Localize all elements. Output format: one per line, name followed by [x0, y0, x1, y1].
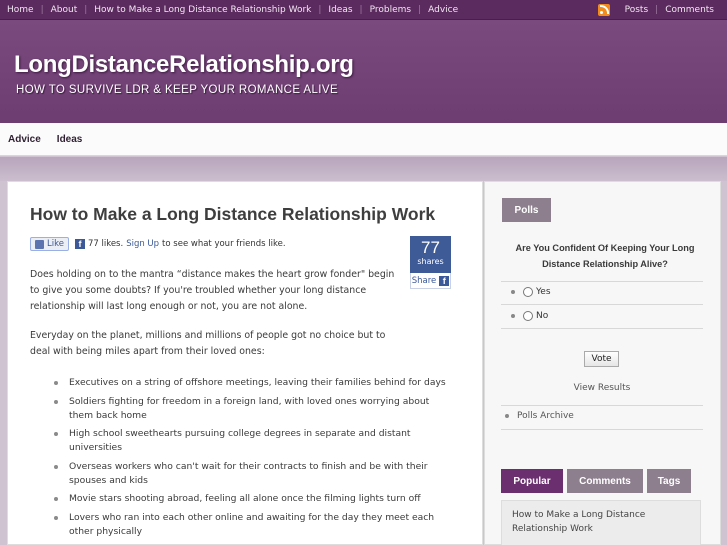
view-results-link[interactable]: View Results	[501, 383, 703, 393]
post-bullet-list: Executives on a string of offshore meeti…	[54, 376, 454, 543]
post-paragraph: Everyday on the planet, millions and mil…	[30, 330, 386, 357]
nav-home[interactable]: Home	[0, 5, 41, 15]
divider	[501, 429, 703, 430]
likes-suffix: to see what your friends like.	[162, 239, 286, 249]
radio-yes[interactable]	[523, 287, 533, 297]
bullet-icon	[511, 290, 515, 294]
polls-widget-title: Polls	[502, 198, 551, 222]
facebook-icon: f	[439, 275, 450, 286]
main-content: How to Make a Long Distance Relationship…	[7, 181, 483, 545]
decorative-stripe	[0, 157, 727, 181]
poll-option-label: Yes	[536, 287, 551, 297]
facebook-icon: f	[74, 239, 85, 249]
share-count-label: shares	[417, 257, 444, 266]
list-item: High school sweethearts pursuing college…	[54, 427, 454, 455]
category-advice[interactable]: Advice	[0, 134, 49, 145]
feed-links: Posts | Comments	[597, 0, 721, 20]
post-title[interactable]: How to Make a Long Distance Relationship…	[30, 204, 435, 225]
comments-feed-link[interactable]: Comments	[658, 5, 721, 15]
tab-tags[interactable]: Tags	[647, 469, 691, 493]
thumbs-up-icon	[35, 239, 44, 249]
vote-button[interactable]: Vote	[584, 351, 619, 367]
tab-popular[interactable]: Popular	[501, 469, 563, 493]
radio-no[interactable]	[523, 311, 533, 321]
site-header: LongDistanceRelationship.org HOW TO SURV…	[0, 20, 727, 123]
poll-option-no[interactable]: No	[511, 311, 548, 321]
list-item: Executives on a string of offshore meeti…	[54, 376, 454, 390]
sidebar: Polls Are You Confident Of Keeping Your …	[484, 181, 721, 545]
nav-problems[interactable]: Problems	[363, 5, 418, 15]
list-item: Overseas workers who can't wait for thei…	[54, 460, 454, 488]
nav-about[interactable]: About	[44, 5, 85, 15]
share-button[interactable]: Share f	[410, 273, 451, 289]
list-item: Soldiers fighting for freedom in a forei…	[54, 395, 454, 423]
top-navigation: Home | About | How to Make a Long Distan…	[0, 0, 727, 20]
divider	[501, 304, 703, 305]
poll-question: Are You Confident Of Keeping Your Long D…	[515, 243, 695, 269]
list-item: Movie stars shooting abroad, feeling all…	[54, 492, 454, 506]
divider	[501, 405, 703, 406]
like-button[interactable]: Like	[30, 237, 69, 251]
polls-archive-link[interactable]: Polls Archive	[505, 411, 574, 421]
list-item: Lovers who ran into each other online an…	[54, 511, 454, 539]
nav-how-to[interactable]: How to Make a Long Distance Relationship…	[87, 5, 318, 15]
likes-count: 77 likes.	[87, 239, 124, 249]
like-button-label: Like	[47, 239, 64, 249]
nav-ideas[interactable]: Ideas	[321, 5, 359, 15]
polls-archive-label: Polls Archive	[517, 411, 574, 421]
bullet-icon	[511, 314, 515, 318]
nav-advice[interactable]: Advice	[421, 5, 465, 15]
site-tagline: HOW TO SURVIVE LDR & KEEP YOUR ROMANCE A…	[16, 84, 339, 96]
poll-option-yes[interactable]: Yes	[511, 287, 551, 297]
site-logo[interactable]: LongDistanceRelationship.org	[14, 51, 354, 79]
category-ideas[interactable]: Ideas	[49, 134, 91, 145]
share-button-label: Share	[411, 275, 437, 286]
facebook-like-bar: Like f 77 likes. Sign Up to see what you…	[30, 237, 286, 251]
tab-comments[interactable]: Comments	[567, 469, 643, 493]
category-navigation: Advice Ideas	[0, 123, 727, 156]
bullet-icon	[505, 414, 509, 418]
divider	[501, 328, 703, 329]
share-count-number: 77	[421, 238, 440, 257]
popular-post-item[interactable]: How to Make a Long Distance Relationship…	[501, 500, 701, 545]
post-paragraph: Does holding on to the mantra “distance …	[30, 269, 395, 312]
sidebar-tabs: Popular Comments Tags	[501, 469, 695, 493]
divider	[501, 281, 703, 282]
share-widget: 77 shares Share f	[410, 236, 451, 289]
posts-feed-link[interactable]: Posts	[618, 5, 656, 15]
signup-link[interactable]: Sign Up	[126, 239, 159, 249]
share-count[interactable]: 77 shares	[410, 236, 451, 273]
poll-option-label: No	[536, 311, 549, 321]
rss-icon[interactable]	[597, 4, 610, 16]
